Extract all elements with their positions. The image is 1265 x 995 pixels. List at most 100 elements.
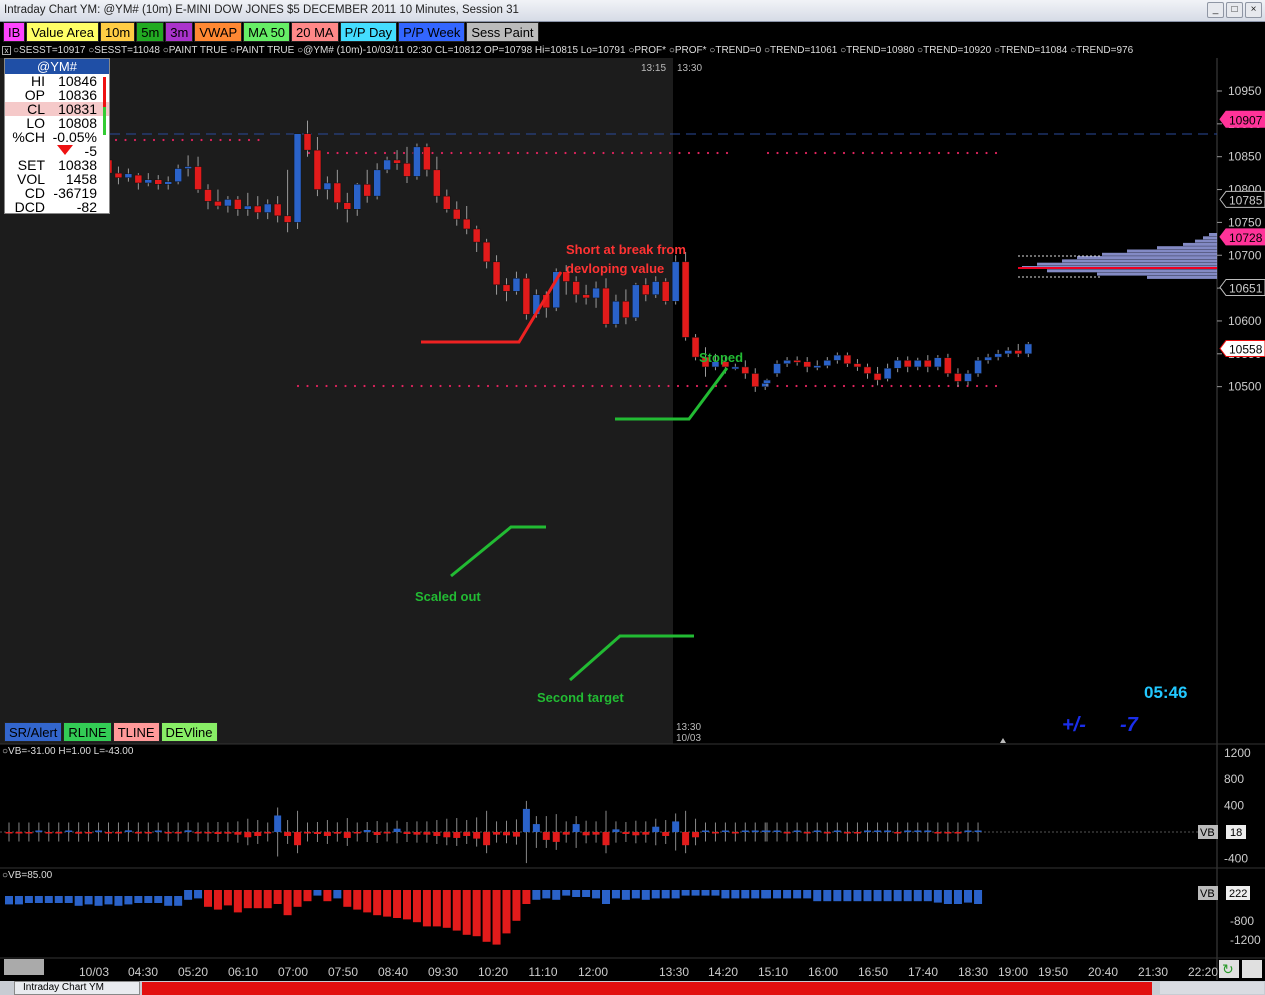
level-dot	[181, 138, 184, 142]
time-tick-label: 16:50	[858, 965, 888, 979]
level-dot	[994, 151, 998, 155]
candle-body	[214, 201, 222, 207]
vb-bar	[194, 832, 202, 834]
level-dot	[994, 384, 998, 388]
level-dot	[420, 384, 423, 388]
level-dot	[985, 384, 988, 388]
price-chart[interactable]: 1095010900108501080010750107001065010600…	[0, 0, 1265, 995]
level-dot	[448, 384, 452, 388]
level-dot	[918, 151, 922, 155]
candle-body	[343, 202, 352, 210]
level-dot	[401, 384, 404, 388]
date-label-bottom: 10/03	[676, 733, 701, 744]
candle-body	[783, 360, 791, 364]
level-dot	[648, 384, 651, 388]
level-dot	[686, 384, 689, 388]
candle-body	[244, 205, 252, 210]
scroll-marker-icon	[1000, 738, 1006, 743]
level-dot	[947, 151, 950, 155]
line-tool-button[interactable]: DEVline	[160, 722, 218, 742]
vb-bar	[503, 832, 510, 836]
vb-bar	[134, 832, 142, 834]
candle-body	[671, 261, 680, 302]
candle-body	[383, 159, 391, 171]
line-tool-button[interactable]: RLINE	[63, 722, 112, 742]
level-dot	[515, 384, 518, 388]
vb-bar	[522, 808, 530, 832]
vb-bar	[254, 832, 262, 836]
candle-body	[1024, 343, 1033, 355]
level-dot	[591, 384, 594, 388]
quote-value: -5	[84, 143, 97, 159]
vb-bar	[602, 832, 610, 846]
level-dot	[469, 151, 472, 155]
profile-bar	[1077, 256, 1217, 260]
candle-body	[572, 281, 580, 295]
cd-bar	[741, 890, 750, 899]
line-tool-button[interactable]: SR/Alert	[4, 722, 63, 742]
cd-bar	[84, 896, 93, 905]
vb-bar	[672, 821, 680, 832]
cd-bar	[542, 890, 551, 899]
vb-bar	[552, 832, 560, 842]
cd-bar	[783, 890, 792, 899]
level-dot	[306, 384, 309, 388]
level-dot	[956, 151, 960, 155]
candle-body	[423, 146, 431, 171]
candle-body	[323, 182, 332, 190]
time-tick-label: 18:30	[958, 965, 988, 979]
cd-bar	[164, 896, 173, 906]
level-dot	[363, 384, 366, 388]
level-dot	[880, 384, 884, 388]
level-dot	[526, 151, 529, 155]
plusminus-value: -7	[1120, 714, 1139, 736]
candle-body	[612, 300, 620, 325]
candle-body	[823, 360, 832, 366]
chart-tab[interactable]: Intraday Chart YM	[14, 981, 140, 995]
profile-bar	[1209, 233, 1217, 236]
settings-button[interactable]	[1242, 960, 1262, 978]
vb-bar	[721, 830, 729, 832]
level-dot	[975, 151, 979, 155]
vb-bar	[662, 832, 670, 836]
time-axis-scroll-thumb[interactable]	[4, 959, 44, 975]
quote-box: @YM# HI 10846 OP 10836 CL 10831 LO 10808 %CH -0.0…	[4, 58, 110, 214]
price-tick-label: 10750	[1228, 215, 1262, 229]
vb-tick-label: 1200	[1224, 746, 1251, 760]
cd-bar	[44, 896, 53, 903]
candle-body	[164, 181, 172, 185]
quote-value: 10836	[58, 87, 97, 103]
quote-label: DCD	[14, 199, 45, 215]
cd-bar	[631, 890, 640, 899]
candle-body	[773, 363, 781, 374]
cd-bar	[974, 890, 983, 904]
candle-body	[903, 360, 912, 368]
candle-body	[873, 373, 882, 381]
candle-body	[763, 379, 771, 384]
vb-bar	[174, 832, 182, 834]
vb-bar	[924, 830, 932, 832]
vb-bar	[512, 832, 520, 837]
cd-bar	[94, 896, 103, 906]
cd-bar	[194, 890, 203, 899]
cd-bar	[793, 890, 802, 899]
level-dot	[431, 151, 434, 155]
level-dot	[507, 151, 510, 155]
vb-bar	[642, 832, 650, 835]
candle-body	[363, 184, 371, 197]
cd-bar	[602, 890, 610, 904]
time-tick-label: 19:50	[1038, 965, 1068, 979]
time-axis: 10/03 04:30 05:20 06:10 07:00 07:50 08:40 09:30…	[4, 959, 1262, 979]
line-tool-button[interactable]: TLINE	[112, 722, 160, 742]
range-bar-red	[103, 77, 106, 107]
quote-symbol: @YM#	[5, 59, 109, 74]
cd-bar	[223, 890, 232, 906]
horizontal-scrollbar[interactable]	[142, 982, 1152, 995]
level-dot	[562, 384, 566, 388]
cd-bar	[313, 890, 322, 896]
vb-bar	[114, 832, 122, 834]
cd-bar	[14, 896, 23, 905]
scroll-area[interactable]	[1160, 982, 1264, 994]
cd-bar	[373, 890, 382, 916]
vb-bar	[532, 824, 540, 832]
